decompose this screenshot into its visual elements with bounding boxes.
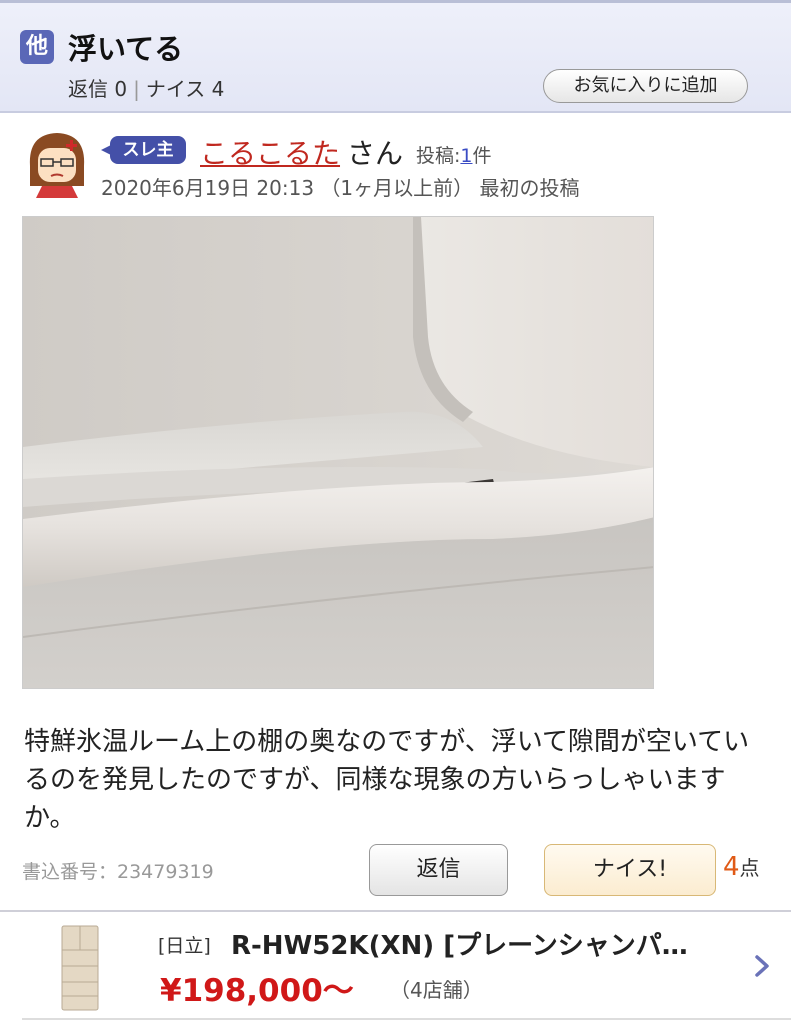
post-count-link[interactable]: 1 [460,145,472,167]
nice-count: 4点 [723,852,760,882]
post-count-prefix: 投稿: [416,145,461,167]
thread-title: 浮いてる [68,32,184,66]
thread-owner-badge: スレ主 [101,136,186,164]
post-datetime: 2020年6月19日 20:13 （1ヶ月以上前） 最初の投稿 [101,176,580,200]
meta-separator: | [133,77,140,101]
reply-count: 返信 0 [68,77,128,101]
post-photo[interactable] [22,216,654,689]
category-badge: 他 [20,30,54,64]
section-divider [0,910,791,912]
thread-meta: 返信 0 | ナイス 4 [68,73,224,102]
username-link[interactable]: こるこるた [200,132,340,172]
nice-count-number: 4 [723,852,740,882]
user-post-count: 投稿:1件 [416,141,492,168]
add-favorite-button[interactable]: お気に入りに追加 [543,69,748,103]
username-honorific: さん [347,137,404,170]
post-body: 特鮮氷温ルーム上の棚の奥なのですが、浮いて隙間が空いているのを発見したのですが、… [24,727,750,833]
nice-total: ナイス 4 [145,77,225,101]
bottom-divider [22,1018,791,1020]
chevron-right-icon[interactable] [751,954,773,978]
reply-button[interactable]: 返信 [369,844,508,896]
nice-count-unit: 点 [739,856,760,880]
product-name-link[interactable]: R-HW52K(XN) [プレーンシャンパ… [231,925,751,962]
product-maker: [日立] [158,935,211,957]
post-count-suffix: 件 [472,145,492,167]
post-number: 書込番号：23479319 [22,861,214,883]
product-price[interactable]: ¥198,000〜 [160,965,354,1010]
nice-button[interactable]: ナイス! [544,844,716,896]
user-avatar[interactable] [22,128,92,198]
thread-header: 他 浮いてる 返信 0 | ナイス 4 お気に入りに追加 [0,0,791,113]
product-shop-count: （4店舗） [390,978,483,1002]
product-thumbnail[interactable] [60,924,100,1012]
